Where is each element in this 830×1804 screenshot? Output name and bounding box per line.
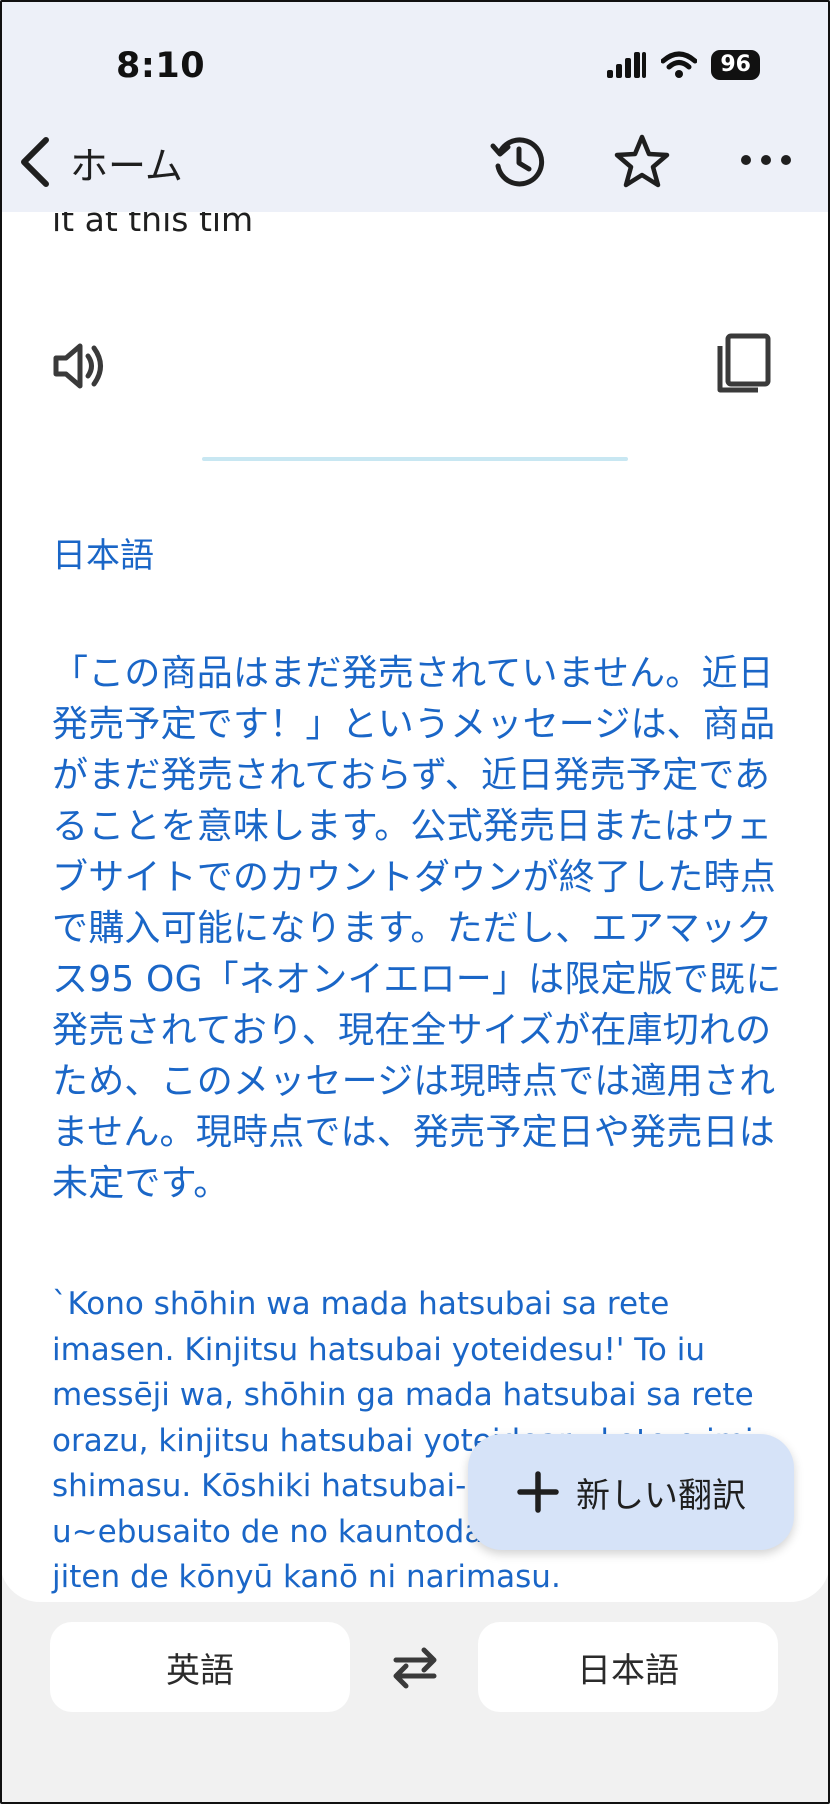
copy-icon[interactable]: [716, 332, 772, 394]
status-indicators: 96: [607, 50, 760, 80]
top-bar: 8:10 96 ホーム: [0, 0, 830, 212]
result-language-label: 日本語: [52, 536, 154, 576]
star-icon[interactable]: [612, 132, 672, 190]
speaker-icon[interactable]: [52, 338, 108, 394]
plus-icon: [517, 1471, 559, 1513]
toolbar: ホーム: [0, 130, 830, 200]
new-translation-label: 新しい翻訳: [576, 1475, 746, 1516]
history-icon[interactable]: [488, 132, 546, 190]
chevron-left-icon: [21, 137, 49, 187]
back-button[interactable]: ホーム: [16, 134, 183, 190]
status-time: 8:10: [116, 46, 206, 86]
battery-badge: 96: [711, 50, 760, 80]
swap-languages-icon[interactable]: [390, 1646, 440, 1690]
source-text-clipped: it at this tim: [52, 212, 254, 239]
new-translation-button[interactable]: 新しい翻訳: [468, 1434, 794, 1550]
target-language-button[interactable]: 日本語: [478, 1622, 778, 1712]
back-label: ホーム: [70, 143, 183, 188]
wifi-icon: [661, 51, 698, 78]
translation-text: 「この商品はまだ発売されていません。近日発売予定です！」というメッセージは、商品…: [52, 653, 782, 1204]
more-icon[interactable]: [740, 148, 792, 172]
section-divider: [202, 457, 628, 461]
source-language-button[interactable]: 英語: [50, 1622, 350, 1712]
signal-icon: [607, 52, 647, 78]
translation-card: it at this tim 日本語 「この商品はまだ発売されていません。近日発…: [0, 212, 830, 1602]
